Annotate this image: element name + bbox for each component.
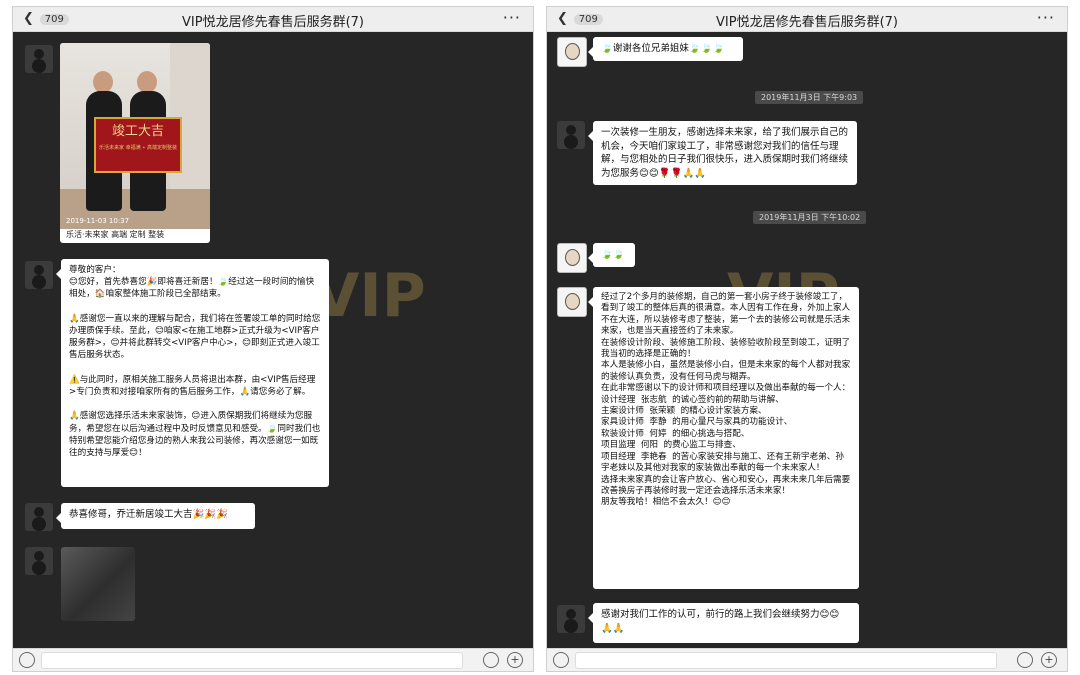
avatar[interactable] <box>557 287 587 317</box>
emoji-icon[interactable] <box>1017 652 1033 668</box>
chat-panel-left: ❮ 709 VIP悦龙居修先春售后服务群(7) ··· VIP 竣工大吉 乐活未来… <box>12 6 534 672</box>
message-bubble[interactable]: 感谢对我们工作的认可，前行的路上我们会继续努力😊😊🙏🙏 <box>588 603 859 643</box>
voice-icon[interactable] <box>553 652 569 668</box>
chat-panel-right: ❮ 709 VIP悦龙居修先春售后服务群(7) ··· VIP 🍃谢谢各位兄弟姐… <box>546 6 1068 672</box>
message-bubble[interactable]: 恭喜修哥，乔迁新居竣工大吉🎉🎉🎉 <box>56 503 255 529</box>
message-input[interactable] <box>575 652 997 669</box>
chat-header: ❮ 709 VIP悦龙居修先春售后服务群(7) ··· <box>13 7 533 32</box>
message-input[interactable] <box>41 652 463 669</box>
message-bubble[interactable]: 🍃🍃 <box>588 243 635 267</box>
avatar[interactable] <box>557 243 587 273</box>
avatar[interactable] <box>25 547 53 575</box>
message-bubble[interactable]: 🍃谢谢各位兄弟姐妹🍃🍃🍃 <box>588 37 743 61</box>
avatar[interactable] <box>557 605 585 633</box>
plus-icon[interactable]: + <box>1041 652 1057 668</box>
voice-icon[interactable] <box>19 652 35 668</box>
avatar[interactable] <box>25 503 53 531</box>
message-bubble[interactable]: 经过了2个多月的装修期，自己的第一套小房子终于装修竣工了，看到了竣工的整体后真的… <box>588 287 859 589</box>
image-message[interactable] <box>61 547 135 621</box>
timestamp: 2019年11月3日 下午9:03 <box>755 91 864 104</box>
emoji-icon[interactable] <box>483 652 499 668</box>
more-options-icon[interactable]: ··· <box>503 8 521 27</box>
avatar[interactable] <box>25 45 53 73</box>
chat-title: VIP悦龙居修先春售后服务群(7) <box>182 15 364 30</box>
chat-header: ❮ 709 VIP悦龙居修先春售后服务群(7) ··· <box>547 7 1067 32</box>
completion-banner: 竣工大吉 乐活未来家 幸福满 ∙ 高端定制整装 <box>94 117 182 173</box>
photo-timestamp: 2019-11-03 10:37 <box>66 217 130 225</box>
avatar[interactable] <box>25 261 53 289</box>
avatar[interactable] <box>557 121 585 149</box>
completion-photo: 竣工大吉 乐活未来家 幸福满 ∙ 高端定制整装 2019-11-03 10:37 <box>60 43 210 229</box>
avatar[interactable] <box>557 37 587 67</box>
plus-icon[interactable]: + <box>507 652 523 668</box>
message-bubble[interactable]: 一次装修一生朋友，感谢选择未来家，给了我们展示自己的机会，今天咱们家竣工了，非常… <box>588 121 857 185</box>
more-options-icon[interactable]: ··· <box>1037 8 1055 27</box>
message-bubble[interactable]: 尊敬的客户： 😊您好，首先恭喜您🎉即将喜迁新居！🍃经过这一段时间的愉快相处，🏠咱… <box>56 259 329 487</box>
input-bar: + <box>13 648 533 671</box>
background-watermark: VIP <box>313 261 426 331</box>
timestamp: 2019年11月3日 下午10:02 <box>753 211 867 224</box>
photo-caption: 乐活·未来家 高端 定制 整装 <box>66 230 165 239</box>
input-bar: + <box>547 648 1067 671</box>
chat-title: VIP悦龙居修先春售后服务群(7) <box>716 15 898 30</box>
photo-message[interactable]: 竣工大吉 乐活未来家 幸福满 ∙ 高端定制整装 2019-11-03 10:37 … <box>60 43 210 243</box>
